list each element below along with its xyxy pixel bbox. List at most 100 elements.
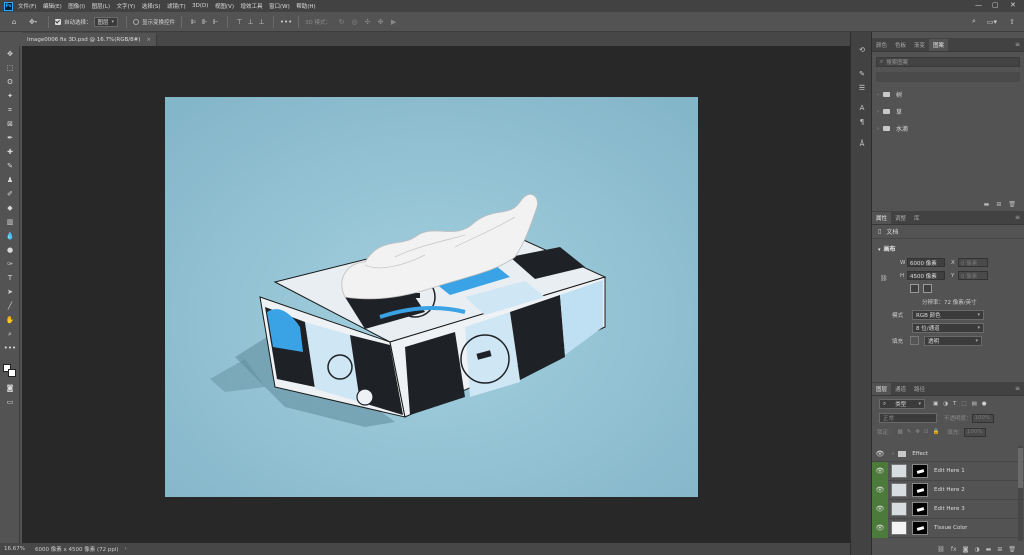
align-top-icon[interactable]: ⊤ <box>234 15 245 29</box>
tab-adjustments[interactable]: 调整 <box>891 212 910 224</box>
more-options-icon[interactable]: ••• <box>280 15 292 29</box>
trash-icon[interactable]: 🗑 <box>1008 546 1016 553</box>
crop-tool-icon[interactable]: ⌗ <box>3 104 17 116</box>
home-icon[interactable]: ⌂ <box>4 15 24 29</box>
tab-properties[interactable]: 属性 <box>872 212 892 224</box>
marquee-tool-icon[interactable]: ⬚ <box>3 62 17 74</box>
landscape-icon[interactable] <box>923 284 932 293</box>
close-window-icon[interactable]: ✕ <box>1010 1 1016 9</box>
filter-pixel-icon[interactable]: ▣ <box>933 401 938 407</box>
eyedropper-icon[interactable]: ✒ <box>3 132 17 144</box>
portrait-icon[interactable] <box>910 284 919 293</box>
link-layers-icon[interactable]: ⛓ <box>937 546 945 553</box>
layers-scrollbar[interactable] <box>1018 446 1023 541</box>
pattern-search-input[interactable]: ⌕ 搜索图案 <box>876 57 1020 67</box>
paragraph-icon[interactable]: ¶ <box>855 116 869 128</box>
3d-scale-icon[interactable]: ▶ <box>387 15 400 29</box>
width-input[interactable]: 6000 像素 <box>907 258 945 267</box>
filter-shape-icon[interactable]: ⬚ <box>961 401 966 407</box>
visibility-eye-icon[interactable]: 👁 <box>872 499 888 519</box>
move-tool-icon[interactable]: ✥ <box>3 48 17 60</box>
share-icon[interactable]: ⇧ <box>1006 15 1018 29</box>
dodge-tool-icon[interactable]: ● <box>3 244 17 256</box>
color-mode-dropdown[interactable]: RGB 颜色 ▾ <box>912 309 984 320</box>
align-bottom-icon[interactable]: ⊥ <box>256 15 267 29</box>
new-group-icon[interactable]: ▬ <box>984 201 990 208</box>
pattern-group-item[interactable]: › 树 <box>872 86 1024 103</box>
tab-swatches[interactable]: 色板 <box>891 39 910 51</box>
eraser-tool-icon[interactable]: ◆ <box>3 202 17 214</box>
new-group-icon[interactable]: ▬ <box>986 546 992 553</box>
layer-row[interactable]: 👁 Edit Here 2 <box>872 480 1024 500</box>
character-icon[interactable]: A <box>855 102 869 114</box>
lock-all-icon[interactable]: 🔒 <box>933 429 940 435</box>
height-input[interactable]: 4500 像素 <box>907 271 945 280</box>
layer-kind-filter[interactable]: ⌕ 类型 ▾ <box>879 399 925 409</box>
filter-smart-icon[interactable]: ▤ <box>972 401 977 407</box>
adjustment-icon[interactable]: ☰ <box>855 82 869 94</box>
quick-mask-icon[interactable]: ◙ <box>3 382 17 394</box>
magic-wand-icon[interactable]: ✦ <box>3 90 17 102</box>
layer-mask-thumbnail[interactable] <box>912 502 928 516</box>
fill-input[interactable]: 100% <box>963 427 986 437</box>
hand-tool-icon[interactable]: ✋ <box>3 314 17 326</box>
menu-edit[interactable]: 编辑(E) <box>43 2 62 10</box>
new-adjustment-icon[interactable]: ◑ <box>974 546 979 553</box>
canvas-section-heading[interactable]: ▾ 画布 <box>872 239 1024 253</box>
screen-mode-icon[interactable]: ▭ <box>3 396 17 408</box>
layer-row-group[interactable]: 👁 › Effect <box>872 446 1024 462</box>
lock-image-icon[interactable]: ✎ <box>907 429 912 435</box>
zoom-level[interactable]: 16.67% <box>4 546 25 552</box>
auto-select-checkbox[interactable] <box>55 18 61 25</box>
pen-tool-icon[interactable]: ✑ <box>3 258 17 270</box>
link-icon[interactable]: ⛓ <box>880 275 888 282</box>
menu-plugins[interactable]: 增效工具 <box>240 2 262 10</box>
bit-depth-dropdown[interactable]: 8 位/通道 ▾ <box>912 322 984 333</box>
blend-mode-dropdown[interactable]: 正常 <box>879 413 937 423</box>
align-hcenter-icon[interactable]: ⊪ <box>199 15 210 29</box>
history-icon[interactable]: ⟲ <box>855 44 869 56</box>
tab-libraries[interactable]: 库 <box>910 212 924 224</box>
zoom-tool-icon[interactable]: ⌕ <box>3 328 17 340</box>
3d-orbit-icon[interactable]: ↻ <box>335 15 348 29</box>
menu-select[interactable]: 选择(S) <box>142 2 161 10</box>
x-input[interactable]: 0 像素 <box>958 258 988 267</box>
layer-row[interactable]: 👁 Edit Here 3 <box>872 499 1024 519</box>
workspace-icon[interactable]: ▭▾ <box>985 15 999 29</box>
trash-icon[interactable]: 🗑 <box>1008 201 1016 208</box>
3d-slide-icon[interactable]: ✤ <box>374 15 387 29</box>
tab-layers[interactable]: 图层 <box>872 383 892 395</box>
type-tool-icon[interactable]: T <box>3 272 17 284</box>
layer-row[interactable]: 👁 Tissue Color <box>872 518 1024 538</box>
glyphs-icon[interactable]: Å <box>855 138 869 150</box>
canvas-area[interactable] <box>22 46 850 543</box>
visibility-eye-icon[interactable]: 👁 <box>872 480 888 500</box>
tab-patterns[interactable]: 图案 <box>929 39 949 51</box>
3d-pan-icon[interactable]: ✣ <box>361 15 374 29</box>
frame-tool-icon[interactable]: ⊠ <box>3 118 17 130</box>
panel-menu-icon[interactable]: ≡ <box>1015 214 1020 221</box>
brush-settings-icon[interactable]: ✎ <box>855 68 869 80</box>
minimize-icon[interactable]: — <box>975 1 982 9</box>
layer-style-icon[interactable]: fx <box>951 546 957 553</box>
search-icon[interactable]: ⌕ <box>968 15 980 29</box>
stamp-tool-icon[interactable]: ♟ <box>3 174 17 186</box>
tab-gradients[interactable]: 渐变 <box>910 39 929 51</box>
close-icon[interactable]: × <box>146 37 151 43</box>
new-pattern-icon[interactable]: ⊞ <box>996 201 1001 208</box>
panel-menu-icon[interactable]: ≡ <box>1015 385 1020 392</box>
menu-3d[interactable]: 3D(D) <box>192 3 208 9</box>
pattern-group-item[interactable]: › 草 <box>872 103 1024 120</box>
menu-filter[interactable]: 滤镜(T) <box>167 2 186 10</box>
3d-roll-icon[interactable]: ◎ <box>348 15 361 29</box>
visibility-eye-icon[interactable]: 👁 <box>872 461 888 481</box>
menu-layer[interactable]: 图层(L) <box>92 2 110 10</box>
path-select-icon[interactable]: ➤ <box>3 286 17 298</box>
menu-view[interactable]: 视图(V) <box>215 2 234 10</box>
brush-tool-icon[interactable]: ✎ <box>3 160 17 172</box>
tab-color[interactable]: 颜色 <box>872 39 891 51</box>
visibility-eye-icon[interactable]: 👁 <box>872 446 888 462</box>
auto-select-dropdown[interactable]: 图层 ▾ <box>93 16 119 27</box>
blur-tool-icon[interactable]: 💧 <box>3 230 17 242</box>
menu-help[interactable]: 帮助(H) <box>296 2 315 10</box>
